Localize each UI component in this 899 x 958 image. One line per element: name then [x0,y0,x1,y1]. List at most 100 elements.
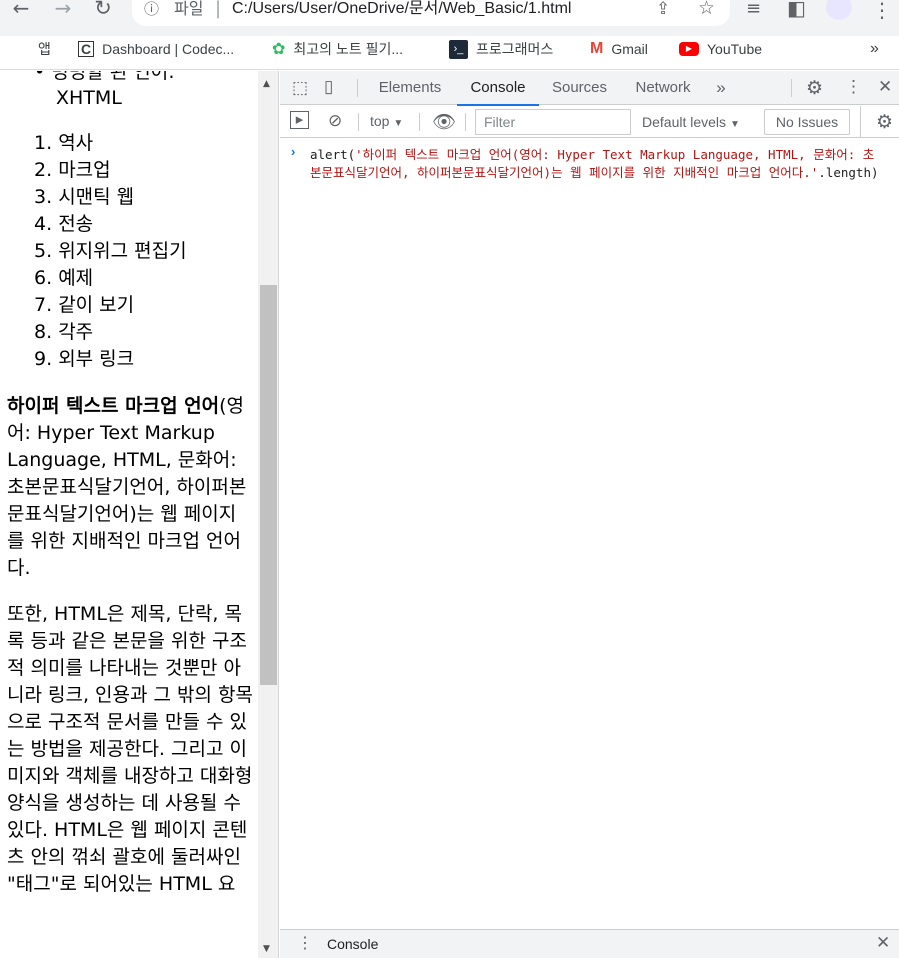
sidebar-toggle-icon[interactable]: ▸ [290,111,309,129]
url-text[interactable]: C:/Users/User/OneDrive/문서/Web_Basic/1.ht… [232,0,571,19]
bookmark-label: Dashboard | Codec... [102,41,235,57]
divider [791,79,792,97]
toc-item[interactable]: 9. 외부 링크 [34,346,134,373]
console-settings-gear-icon[interactable]: ⚙ [876,111,893,134]
toc-item[interactable]: 5. 위지위그 편집기 [34,238,187,265]
toc-number: 1. [34,132,53,154]
bookmark-label: YouTube [707,41,763,57]
side-panel-icon[interactable]: ◧ [787,0,806,20]
toc-label: 전송 [58,213,94,235]
context-selector[interactable]: top ▼ [370,113,403,129]
live-expression-eye-icon[interactable]: 👁 [432,110,456,134]
bookmarks-overflow-button[interactable]: » [870,36,879,62]
reading-list-icon[interactable]: ≡ [746,0,761,19]
tab-network[interactable]: Network [624,71,702,105]
evernote-icon: ✿ [272,41,286,58]
body-paragraph: 또한, HTML은 제목, 단락, 목록 등과 같은 본문을 위한 구조적 의미… [7,603,253,895]
console-toolbar: ▸ ⊘ top ▼ 👁 Filter Default levels ▼ No I… [280,106,899,138]
back-arrow-icon[interactable]: ← [10,0,32,20]
scroll-up-arrow-icon[interactable]: ▲ [263,79,270,89]
toc-label: 역사 [58,132,94,154]
bookmark-gmail[interactable]: M Gmail [590,36,648,62]
dropdown-arrow-icon: ▼ [393,118,404,129]
youtube-icon: ▶ [679,42,699,56]
tab-elements[interactable]: Elements [370,71,450,105]
toc-item[interactable]: 2. 마크업 [34,157,111,184]
apps-grid-icon [14,41,30,57]
browser-toolbar: ← → ↻ ⓘ 파일 | C:/Users/User/OneDrive/문서/W… [0,0,899,36]
toc-number: 3. [34,186,53,208]
bookmark-youtube[interactable]: ▶ YouTube [679,36,762,62]
toc-item[interactable]: 6. 예제 [34,265,93,292]
console-prompt-chevron-icon: › [291,144,296,159]
gmail-icon: M [590,40,604,57]
devtools-panel: ⬚ ▯ Elements Console Sources Network » ⚙… [280,71,899,958]
page-scrollbar[interactable]: ▲ ▼ [258,71,279,958]
browser-menu-icon[interactable]: ⋮ [872,0,892,22]
devtools-menu-icon[interactable]: ⋮ [845,77,862,97]
more-tabs-button[interactable]: » [708,71,734,105]
scheme-label: 파일 [174,0,204,18]
console-input-line[interactable]: alert('하이퍼 텍스트 마크업 언어(영어: Hyper Text Mar… [310,146,885,182]
intro-text: (영어: Hyper Text Markup Language, HTML, 문… [7,395,247,579]
close-drawer-icon[interactable]: ✕ [876,933,890,953]
web-page-viewport: • 명명할 된 언어: XHTML 1. 역사 2. 마크업 3. 시맨틱 웹 … [0,71,258,958]
console-drawer: ⋮ Console ✕ [280,929,899,958]
toc-item[interactable]: 3. 시맨틱 웹 [34,184,134,211]
toc-number: 9. [34,348,53,370]
scrollbar-thumb[interactable] [260,285,277,685]
tab-console[interactable]: Console [457,71,539,106]
toc-label: 외부 링크 [58,348,135,370]
filter-input[interactable]: Filter [475,109,631,135]
code-string: '하이퍼 텍스트 마크업 언어(영어: Hyper Text Markup La… [310,147,875,180]
log-levels-dropdown[interactable]: Default levels ▼ [642,106,740,138]
toc-label: 같이 보기 [58,294,135,316]
address-bar[interactable]: ⓘ 파일 | C:/Users/User/OneDrive/문서/Web_Bas… [132,0,730,26]
device-toolbar-icon[interactable]: ▯ [324,77,333,97]
toc-item[interactable]: 8. 각주 [34,319,93,346]
bookmark-label: 앱 [38,41,51,57]
bookmarks-bar: 앱 C Dashboard | Codec... ✿ 최고의 노트 필기... … [0,36,899,70]
code-suffix: .length) [818,165,879,180]
list-bullet-xhtml: XHTML [56,87,122,109]
bookmark-programmers[interactable]: ›_ 프로그래머스 [449,36,553,62]
toc-label: 시맨틱 웹 [58,186,135,208]
programmers-icon: ›_ [449,39,468,59]
info-icon[interactable]: ⓘ [144,0,159,18]
toc-item[interactable]: 7. 같이 보기 [34,292,134,319]
divider [358,113,359,131]
toc-label: 예제 [58,267,94,289]
drawer-tab-console[interactable]: Console [327,936,378,952]
console-output[interactable]: › alert('하이퍼 텍스트 마크업 언어(영어: Hyper Text M… [280,139,899,929]
divider [419,113,420,131]
toc-number: 7. [34,294,53,316]
toc-number: 8. [34,321,53,343]
bookmark-evernote[interactable]: ✿ 최고의 노트 필기... [272,36,403,62]
toc-number: 5. [34,240,53,262]
forward-arrow-icon[interactable]: → [52,0,74,20]
scroll-down-arrow-icon[interactable]: ▼ [263,944,270,954]
bookmark-codecademy[interactable]: C Dashboard | Codec... [78,36,234,62]
profile-avatar[interactable] [826,0,852,20]
drawer-menu-icon[interactable]: ⋮ [297,933,313,953]
close-devtools-icon[interactable]: ✕ [878,77,892,97]
toc-number: 4. [34,213,53,235]
bookmark-label: 프로그래머스 [476,41,554,57]
toc-number: 6. [34,267,53,289]
inspect-element-icon[interactable]: ⬚ [292,78,308,98]
bookmark-star-icon[interactable]: ☆ [698,0,715,19]
clear-console-icon[interactable]: ⊘ [328,111,342,131]
issues-button[interactable]: No Issues [764,109,850,135]
tab-sources[interactable]: Sources [544,71,615,105]
list-bullet-partial: • 명명할 된 언어: [34,71,175,83]
intro-bold-term: 하이퍼 텍스트 마크업 언어 [7,395,220,417]
toc-item[interactable]: 4. 전송 [34,211,93,238]
settings-gear-icon[interactable]: ⚙ [806,77,823,100]
reload-icon[interactable]: ↻ [92,0,114,20]
share-icon[interactable]: ⇪ [656,0,670,19]
dropdown-arrow-icon: ▼ [729,119,740,130]
code-prefix: alert( [310,147,356,162]
address-divider: | [215,0,222,19]
toc-item[interactable]: 1. 역사 [34,130,93,157]
bookmark-apps[interactable]: 앱 [14,36,51,62]
